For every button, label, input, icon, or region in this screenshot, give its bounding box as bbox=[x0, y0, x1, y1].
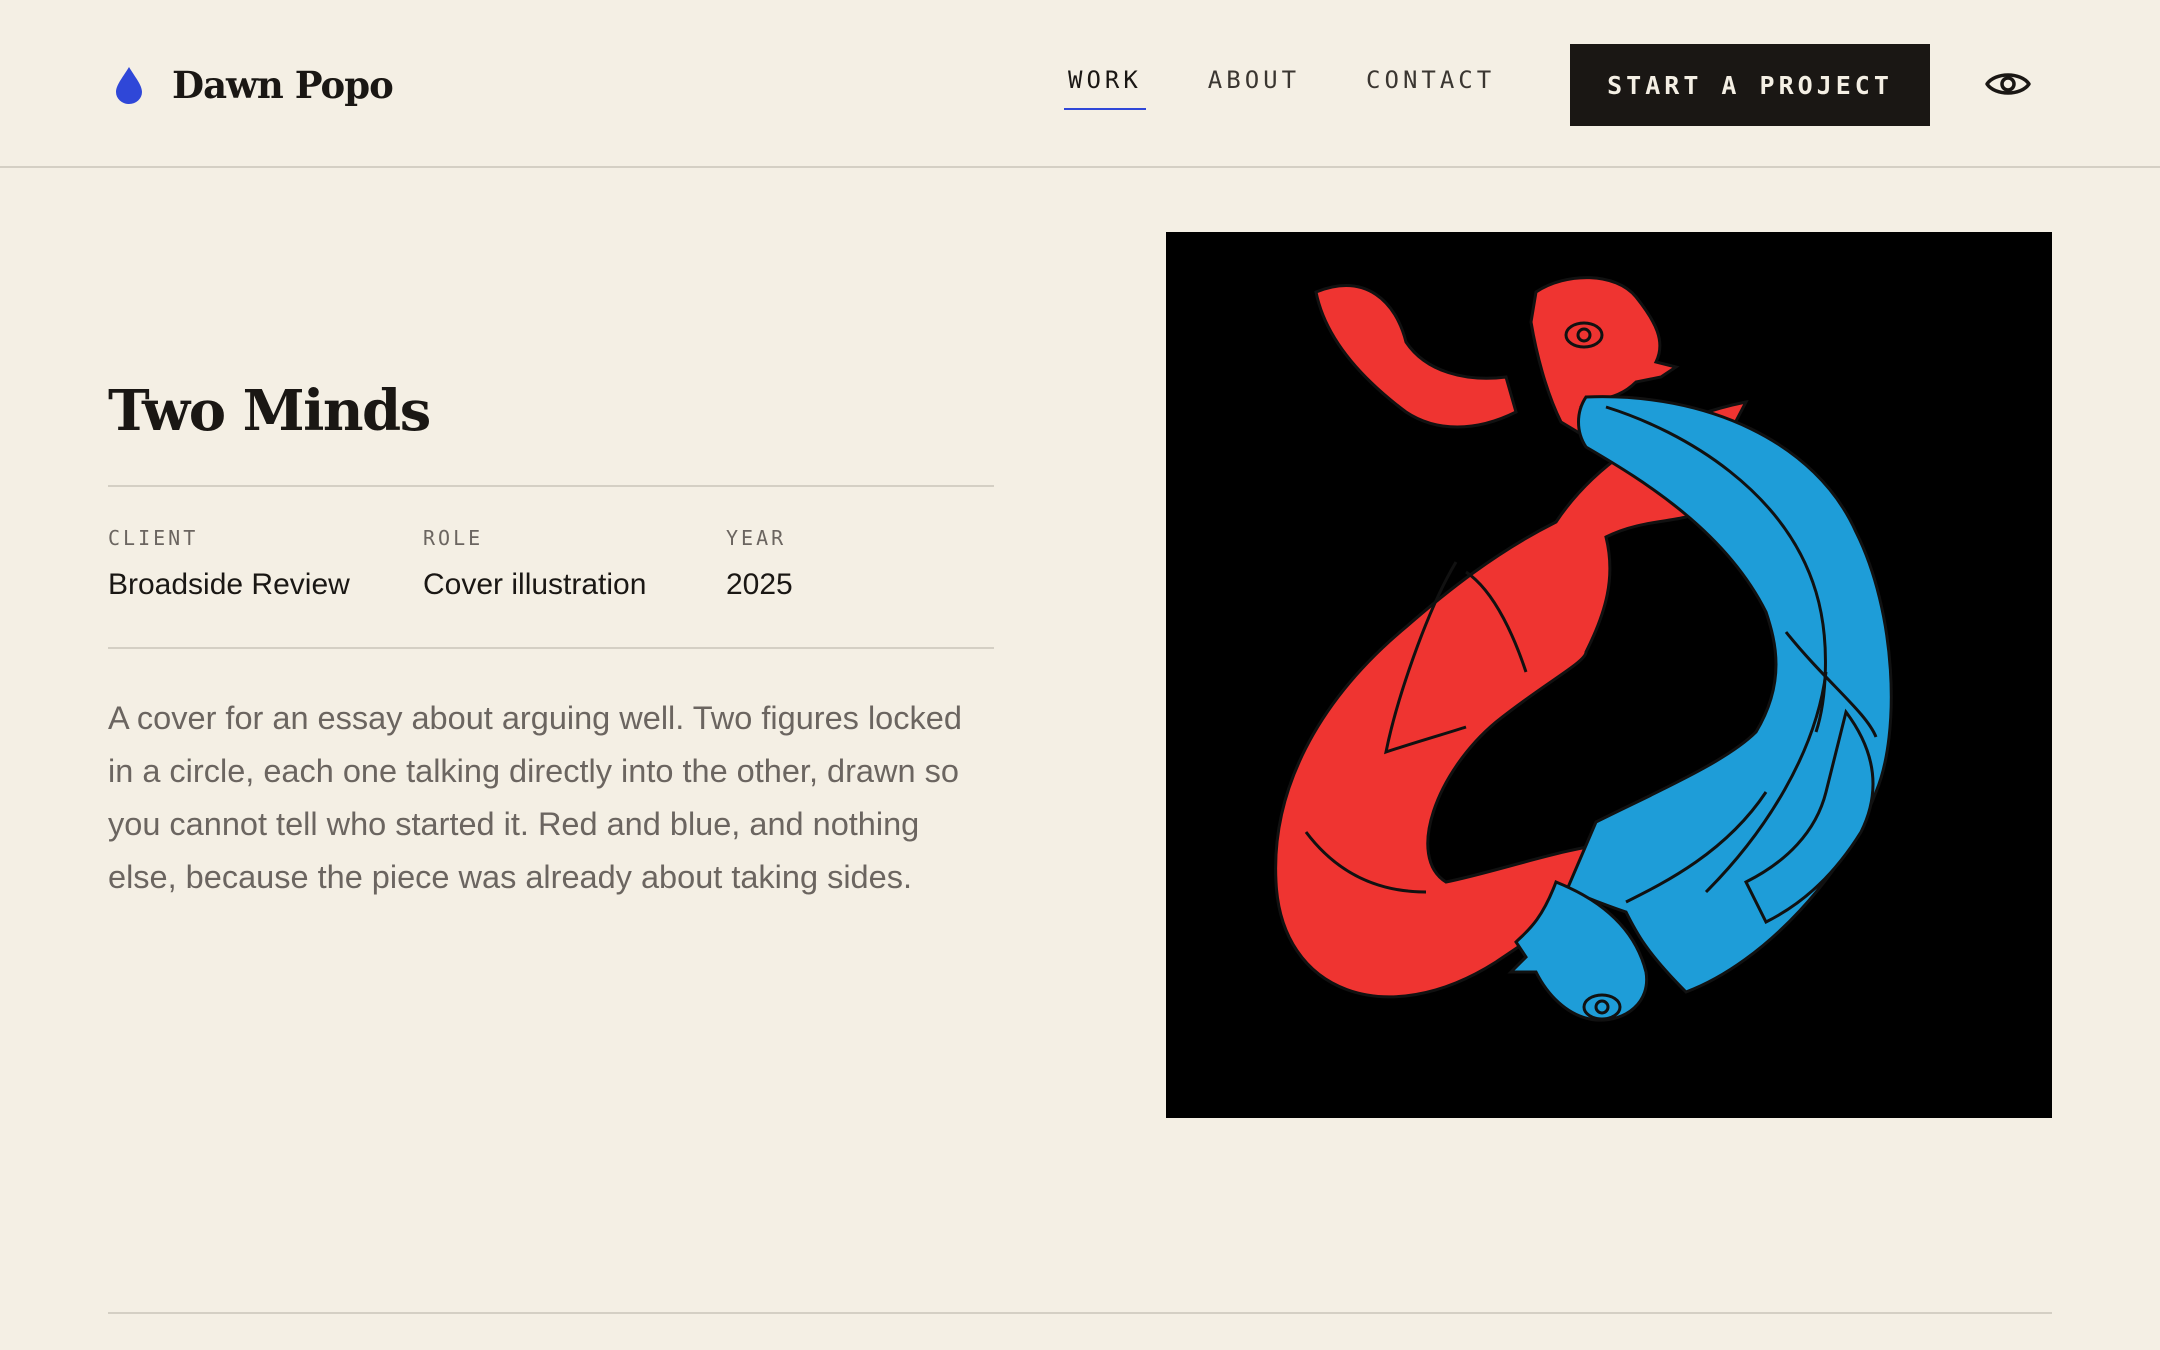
meta-divider bbox=[108, 647, 994, 649]
start-project-button[interactable]: START A PROJECT bbox=[1570, 44, 1930, 126]
meta-value: Cover illustration bbox=[423, 568, 647, 601]
meta-year: YEAR 2025 bbox=[726, 526, 793, 602]
footer-divider bbox=[108, 1312, 2052, 1314]
drop-icon bbox=[116, 67, 142, 104]
meta-label: CLIENT bbox=[108, 526, 199, 550]
nav-contact[interactable]: CONTACT bbox=[1362, 66, 1499, 110]
site-header: Dawn Popo WORK ABOUT CONTACT START A PRO… bbox=[0, 0, 2160, 168]
blue-figure bbox=[1507, 395, 1893, 1022]
main-nav: WORK ABOUT CONTACT bbox=[1064, 66, 1557, 110]
meta-label: YEAR bbox=[726, 526, 787, 550]
eye-icon[interactable] bbox=[1984, 64, 2032, 104]
nav-work[interactable]: WORK bbox=[1064, 66, 1146, 110]
meta-client: CLIENT Broadside Review bbox=[108, 526, 350, 602]
project-title: Two Minds bbox=[108, 378, 431, 444]
project-description: A cover for an essay about arguing well.… bbox=[108, 700, 962, 895]
artwork-image bbox=[1166, 232, 2052, 1118]
brand-logo[interactable]: Dawn Popo bbox=[112, 60, 394, 110]
meta-value: 2025 bbox=[726, 568, 793, 601]
nav-about[interactable]: ABOUT bbox=[1204, 66, 1304, 110]
title-divider bbox=[108, 485, 994, 487]
brand-name: Dawn Popo bbox=[172, 63, 394, 107]
meta-role: ROLE Cover illustration bbox=[423, 526, 646, 602]
two-minds-illustration bbox=[1274, 276, 1893, 1022]
meta-label: ROLE bbox=[423, 526, 484, 550]
meta-value: Broadside Review bbox=[108, 568, 350, 601]
